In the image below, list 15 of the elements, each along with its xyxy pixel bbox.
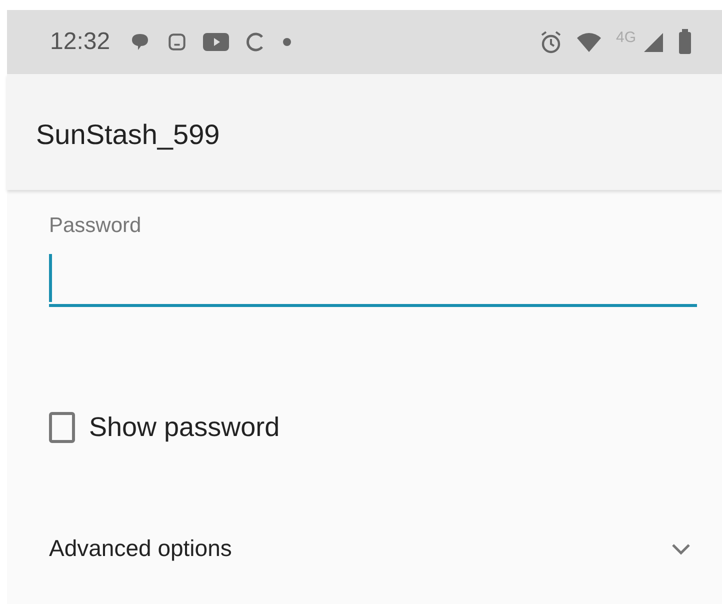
chevron-icon[interactable] <box>671 542 691 554</box>
status-time: 12:32 <box>50 28 110 56</box>
play-icon <box>202 31 230 53</box>
checkbox[interactable] <box>49 412 75 443</box>
password-field[interactable] <box>49 254 697 307</box>
dot-icon <box>282 37 292 47</box>
battery-icon <box>678 29 692 55</box>
wifi-icon <box>576 31 602 53</box>
tablet-icon <box>166 31 188 53</box>
checkbox-label: Show password <box>89 412 280 443</box>
signal-icon <box>642 31 664 53</box>
app-title: SunStash_599 <box>36 119 220 151</box>
alarm-icon <box>540 30 562 54</box>
field-label: Password <box>49 214 142 238</box>
advanced-options-label[interactable]: Advanced options <box>49 535 232 562</box>
